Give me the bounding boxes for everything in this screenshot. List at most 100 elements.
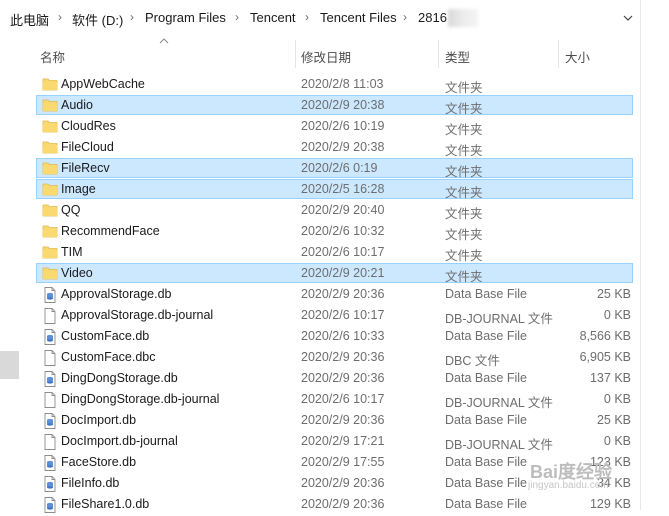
file-type: 文件夹 xyxy=(445,186,483,200)
file-type: 文件夹 xyxy=(445,102,483,116)
file-size: 8,566 KB xyxy=(579,329,631,343)
folder-icon xyxy=(42,203,58,217)
breadcrumb-this-pc[interactable]: 此电脑 xyxy=(10,10,49,29)
file-name: DocImport.db xyxy=(61,413,137,427)
file-modified-date: 2020/2/6 10:19 xyxy=(301,119,385,133)
list-item[interactable]: ApprovalStorage.db-journal 2020/2/6 10:17… xyxy=(0,305,640,326)
address-history-dropdown[interactable] xyxy=(618,7,638,29)
file-size: 25 KB xyxy=(596,287,631,301)
list-item[interactable]: TIM 2020/2/6 10:17 文件夹 xyxy=(0,242,640,263)
watermark-url: jingyan.baidu.com xyxy=(528,480,609,491)
list-item[interactable]: ApprovalStorage.db 2020/2/9 20:36 Data Bas… xyxy=(0,284,640,305)
database-file-icon xyxy=(42,455,58,471)
file-modified-date: 2020/2/9 20:38 xyxy=(301,140,385,154)
breadcrumb-tencent-files[interactable]: Tencent Files xyxy=(320,10,397,25)
breadcrumb-separator-icon[interactable]: › xyxy=(403,10,407,24)
column-header: 名称 修改日期 类型 大小 xyxy=(0,36,640,72)
breadcrumb-drive-d[interactable]: 软件 (D:) xyxy=(72,10,123,29)
column-divider[interactable] xyxy=(295,40,296,68)
file-name: DingDongStorage.db-journal xyxy=(61,392,220,406)
list-item[interactable]: DocImport.db-journal 2020/2/9 17:21 DB-JOU… xyxy=(0,431,640,452)
breadcrumb-separator-icon[interactable]: › xyxy=(305,10,309,24)
database-file-icon xyxy=(42,371,58,387)
address-bar[interactable]: 此电脑 › 软件 (D:) › Program Files › Tencent … xyxy=(0,0,669,37)
file-size: 0 KB xyxy=(603,392,631,406)
column-header-size[interactable]: 大小 xyxy=(565,47,590,66)
breadcrumb-separator-icon[interactable]: › xyxy=(58,10,62,24)
file-type: DB-JOURNAL 文件 xyxy=(445,312,553,326)
file-name: DocImport.db-journal xyxy=(61,434,178,448)
database-file-icon xyxy=(42,497,58,513)
folder-icon xyxy=(42,182,58,196)
folder-icon xyxy=(42,224,58,238)
list-item[interactable]: CloudRes 2020/2/6 10:19 文件夹 xyxy=(0,116,640,137)
list-item[interactable]: RecommendFace 2020/2/6 10:32 文件夹 xyxy=(0,221,640,242)
list-item[interactable]: DingDongStorage.db 2020/2/9 20:36 Data Bas… xyxy=(0,368,640,389)
file-name: TIM xyxy=(61,245,83,259)
folder-icon xyxy=(42,161,58,175)
blank-file-icon xyxy=(42,392,58,408)
file-modified-date: 2020/2/9 17:21 xyxy=(301,434,385,448)
database-file-icon xyxy=(42,413,58,429)
file-name: FileCloud xyxy=(61,140,114,154)
list-item[interactable]: DocImport.db 2020/2/9 20:36 Data Base File… xyxy=(0,410,640,431)
file-modified-date: 2020/2/6 10:17 xyxy=(301,245,385,259)
file-name: ApprovalStorage.db xyxy=(61,287,172,301)
breadcrumb-account-folder[interactable]: 2816 xyxy=(418,10,447,25)
breadcrumb-tencent[interactable]: Tencent xyxy=(250,10,296,25)
breadcrumb-separator-icon[interactable]: › xyxy=(130,10,134,24)
file-name: Video xyxy=(61,266,93,280)
file-name: Image xyxy=(61,182,96,196)
file-size: 137 KB xyxy=(589,371,631,385)
list-item[interactable]: AppWebCache 2020/2/8 11:03 文件夹 xyxy=(0,74,640,95)
list-item[interactable]: Video 2020/2/9 20:21 文件夹 xyxy=(0,263,640,284)
column-divider[interactable] xyxy=(438,40,439,68)
list-item[interactable]: FileCloud 2020/2/9 20:38 文件夹 xyxy=(0,137,640,158)
column-header-name[interactable]: 名称 xyxy=(40,47,65,66)
column-header-type[interactable]: 类型 xyxy=(445,47,470,66)
list-item[interactable]: FileShare1.0.db 2020/2/9 20:36 Data Base F… xyxy=(0,494,640,515)
file-type: 文件夹 xyxy=(445,165,483,179)
file-name: FaceStore.db xyxy=(61,455,137,469)
file-modified-date: 2020/2/9 20:36 xyxy=(301,497,385,511)
blank-file-icon xyxy=(42,308,58,324)
file-size: 129 KB xyxy=(589,497,631,511)
list-item[interactable]: QQ 2020/2/9 20:40 文件夹 xyxy=(0,200,640,221)
folder-icon xyxy=(42,98,58,112)
file-modified-date: 2020/2/9 20:40 xyxy=(301,203,385,217)
file-modified-date: 2020/2/9 17:55 xyxy=(301,455,385,469)
file-type: Data Base File xyxy=(445,455,527,469)
file-type: Data Base File xyxy=(445,497,527,511)
breadcrumb-separator-icon[interactable]: › xyxy=(235,10,239,24)
file-type: 文件夹 xyxy=(445,207,483,221)
list-item[interactable]: Audio 2020/2/9 20:38 文件夹 xyxy=(0,95,640,116)
file-modified-date: 2020/2/5 16:28 xyxy=(301,182,385,196)
list-item[interactable]: FileRecv 2020/2/6 0:19 文件夹 xyxy=(0,158,640,179)
breadcrumb-program-files[interactable]: Program Files xyxy=(145,10,226,25)
blank-file-icon xyxy=(42,350,58,366)
file-type: Data Base File xyxy=(445,476,527,490)
file-name: FileInfo.db xyxy=(61,476,120,490)
column-header-date[interactable]: 修改日期 xyxy=(301,47,351,66)
file-type: Data Base File xyxy=(445,329,527,343)
redacted-blur xyxy=(448,9,478,27)
list-item[interactable]: Image 2020/2/5 16:28 文件夹 xyxy=(0,179,640,200)
list-item[interactable]: CustomFace.db 2020/2/6 10:33 Data Base Fil… xyxy=(0,326,640,347)
file-modified-date: 2020/2/9 20:36 xyxy=(301,476,385,490)
file-name: RecommendFace xyxy=(61,224,160,238)
file-type: Data Base File xyxy=(445,287,527,301)
file-modified-date: 2020/2/9 20:21 xyxy=(301,266,385,280)
chevron-down-icon xyxy=(623,15,633,21)
sort-ascending-icon xyxy=(159,38,169,44)
file-size: 25 KB xyxy=(596,413,631,427)
list-item[interactable]: CustomFace.dbc 2020/2/9 20:36 DBC 文件 6,905 … xyxy=(0,347,640,368)
blank-file-icon xyxy=(42,434,58,450)
file-size: 0 KB xyxy=(603,308,631,322)
list-item[interactable]: DingDongStorage.db-journal 2020/2/6 10:17… xyxy=(0,389,640,410)
file-name: AppWebCache xyxy=(61,77,145,91)
file-size: 6,905 KB xyxy=(579,350,631,364)
column-divider[interactable] xyxy=(558,40,559,68)
file-modified-date: 2020/2/9 20:36 xyxy=(301,350,385,364)
folder-icon xyxy=(42,119,58,133)
file-name: ApprovalStorage.db-journal xyxy=(61,308,214,322)
